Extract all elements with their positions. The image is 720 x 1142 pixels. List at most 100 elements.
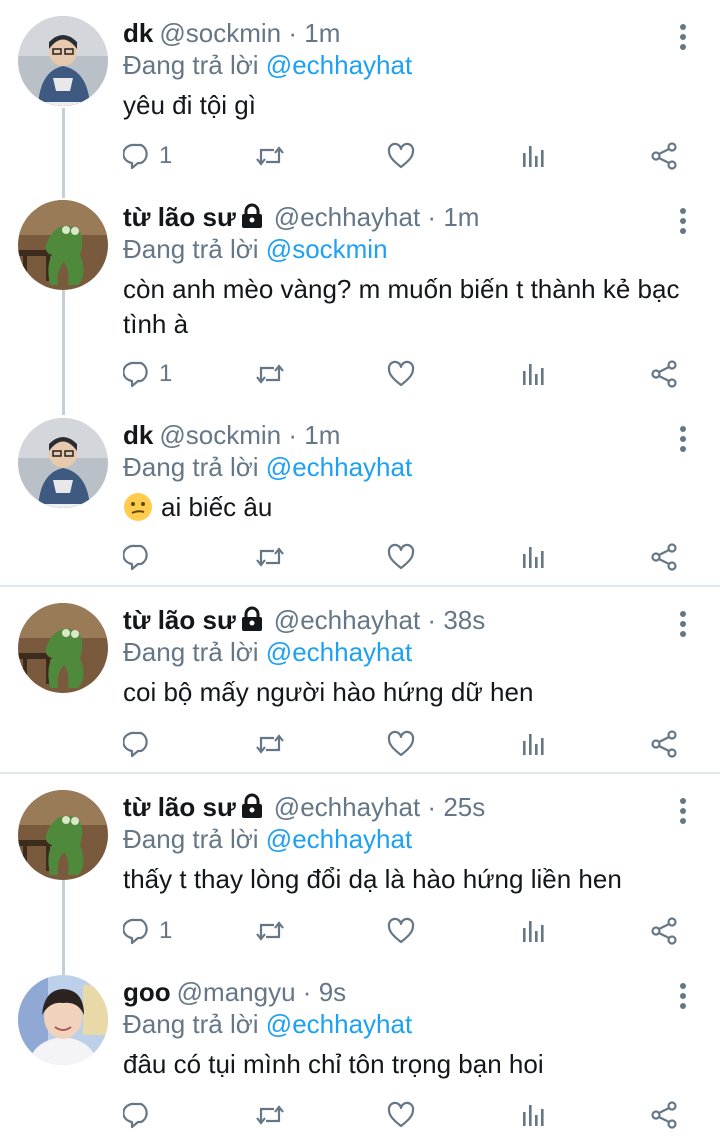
tweet-text: coi bộ mấy người hào hứng dữ hen — [123, 677, 534, 707]
more-icon[interactable] — [674, 979, 692, 1013]
tweet-text: đâu có tụi mình chỉ tôn trọng bạn hoi — [123, 1049, 544, 1079]
display-name[interactable]: dk — [123, 18, 153, 48]
display-name[interactable]: dk — [123, 420, 153, 450]
tweet-header: từ lão sư @echhayhat · 25s — [123, 790, 485, 824]
timestamp[interactable]: 1m — [304, 18, 340, 48]
analytics-icon — [518, 359, 548, 389]
user-handle[interactable]: @sockmin — [159, 420, 281, 450]
like-button[interactable] — [386, 1095, 416, 1135]
share-button[interactable] — [649, 354, 679, 394]
share-button[interactable] — [649, 911, 679, 951]
timestamp[interactable]: 38s — [443, 605, 485, 635]
tweet-header: từ lão sư @echhayhat · 38s — [123, 603, 485, 637]
reply-mention[interactable]: @echhayhat — [266, 824, 412, 854]
reply-icon — [123, 542, 153, 572]
timestamp[interactable]: 1m — [304, 420, 340, 450]
replying-prefix: Đang trả lời — [123, 50, 259, 80]
retweet-button[interactable] — [255, 724, 285, 764]
reply-icon — [123, 729, 153, 759]
tweet[interactable]: từ lão sư @echhayhat · 38s Đang trả lời @… — [0, 603, 720, 768]
more-icon[interactable] — [674, 794, 692, 828]
reply-mention[interactable]: @sockmin — [266, 234, 388, 264]
reply-button[interactable]: 1 — [123, 911, 172, 951]
tweet-actions: 1 — [123, 911, 683, 951]
avatar[interactable] — [18, 603, 108, 693]
analytics-icon — [518, 729, 548, 759]
replying-to: Đang trả lời @sockmin — [123, 232, 388, 266]
more-icon[interactable] — [674, 204, 692, 238]
tweet[interactable]: dk @sockmin · 1m Đang trả lời @echhayhat … — [0, 418, 720, 583]
replying-prefix: Đang trả lời — [123, 234, 259, 264]
avatar[interactable] — [18, 200, 108, 290]
reply-button[interactable] — [123, 1095, 159, 1135]
share-button[interactable] — [649, 537, 679, 577]
retweet-button[interactable] — [255, 136, 285, 176]
tweet-header: dk @sockmin · 1m — [123, 16, 340, 50]
like-button[interactable] — [386, 537, 416, 577]
analytics-button[interactable] — [518, 724, 548, 764]
tweet-header: dk @sockmin · 1m — [123, 418, 340, 452]
retweet-button[interactable] — [255, 537, 285, 577]
avatar[interactable] — [18, 790, 108, 880]
tweet-actions — [123, 1095, 683, 1135]
user-handle[interactable]: @mangyu — [177, 977, 296, 1007]
replying-prefix: Đang trả lời — [123, 824, 259, 854]
display-name[interactable]: từ lão sư — [123, 202, 236, 232]
display-name[interactable]: từ lão sư — [123, 605, 236, 635]
more-icon[interactable] — [674, 20, 692, 54]
avatar[interactable] — [18, 975, 108, 1065]
reply-mention[interactable]: @echhayhat — [266, 1009, 412, 1039]
user-handle[interactable]: @sockmin — [159, 18, 281, 48]
user-handle[interactable]: @echhayhat — [274, 605, 420, 635]
retweet-button[interactable] — [255, 354, 285, 394]
reply-icon — [123, 916, 153, 946]
tweet[interactable]: goo @mangyu · 9s Đang trả lời @echhayhat … — [0, 975, 720, 1142]
reply-mention[interactable]: @echhayhat — [266, 637, 412, 667]
divider — [0, 585, 720, 587]
tweet-actions — [123, 537, 683, 577]
separator-dot: · — [288, 18, 297, 48]
like-button[interactable] — [386, 136, 416, 176]
retweet-button[interactable] — [255, 911, 285, 951]
analytics-button[interactable] — [518, 537, 548, 577]
like-button[interactable] — [386, 911, 416, 951]
replying-to: Đang trả lời @echhayhat — [123, 635, 412, 669]
tweet[interactable]: từ lão sư @echhayhat · 25s Đang trả lời @… — [0, 790, 720, 965]
share-button[interactable] — [649, 136, 679, 176]
share-button[interactable] — [649, 724, 679, 764]
timestamp[interactable]: 25s — [443, 792, 485, 822]
lock-icon — [240, 606, 264, 632]
like-button[interactable] — [386, 724, 416, 764]
retweet-button[interactable] — [255, 1095, 285, 1135]
analytics-button[interactable] — [518, 1095, 548, 1135]
user-handle[interactable]: @echhayhat — [274, 202, 420, 232]
timestamp[interactable]: 1m — [443, 202, 479, 232]
avatar[interactable] — [18, 418, 108, 508]
reply-button[interactable]: 1 — [123, 354, 172, 394]
analytics-button[interactable] — [518, 136, 548, 176]
reply-button[interactable] — [123, 724, 159, 764]
like-button[interactable] — [386, 354, 416, 394]
tweet[interactable]: từ lão sư @echhayhat · 1m Đang trả lời @s… — [0, 200, 720, 405]
retweet-icon — [255, 1100, 285, 1130]
display-name[interactable]: goo — [123, 977, 171, 1007]
timestamp[interactable]: 9s — [319, 977, 346, 1007]
reply-button[interactable]: 1 — [123, 136, 172, 176]
like-icon — [386, 359, 416, 389]
replying-to: Đang trả lời @echhayhat — [123, 450, 412, 484]
avatar[interactable] — [18, 16, 108, 106]
reply-mention[interactable]: @echhayhat — [266, 452, 412, 482]
reply-button[interactable] — [123, 537, 159, 577]
share-button[interactable] — [649, 1095, 679, 1135]
tweet[interactable]: dk @sockmin · 1m Đang trả lời @echhayhat … — [0, 16, 720, 186]
reply-icon — [123, 141, 153, 171]
analytics-button[interactable] — [518, 911, 548, 951]
display-name[interactable]: từ lão sư — [123, 792, 236, 822]
more-icon[interactable] — [674, 607, 692, 641]
retweet-icon — [255, 359, 285, 389]
analytics-button[interactable] — [518, 354, 548, 394]
more-icon[interactable] — [674, 422, 692, 456]
reply-mention[interactable]: @echhayhat — [266, 50, 412, 80]
like-icon — [386, 916, 416, 946]
user-handle[interactable]: @echhayhat — [274, 792, 420, 822]
